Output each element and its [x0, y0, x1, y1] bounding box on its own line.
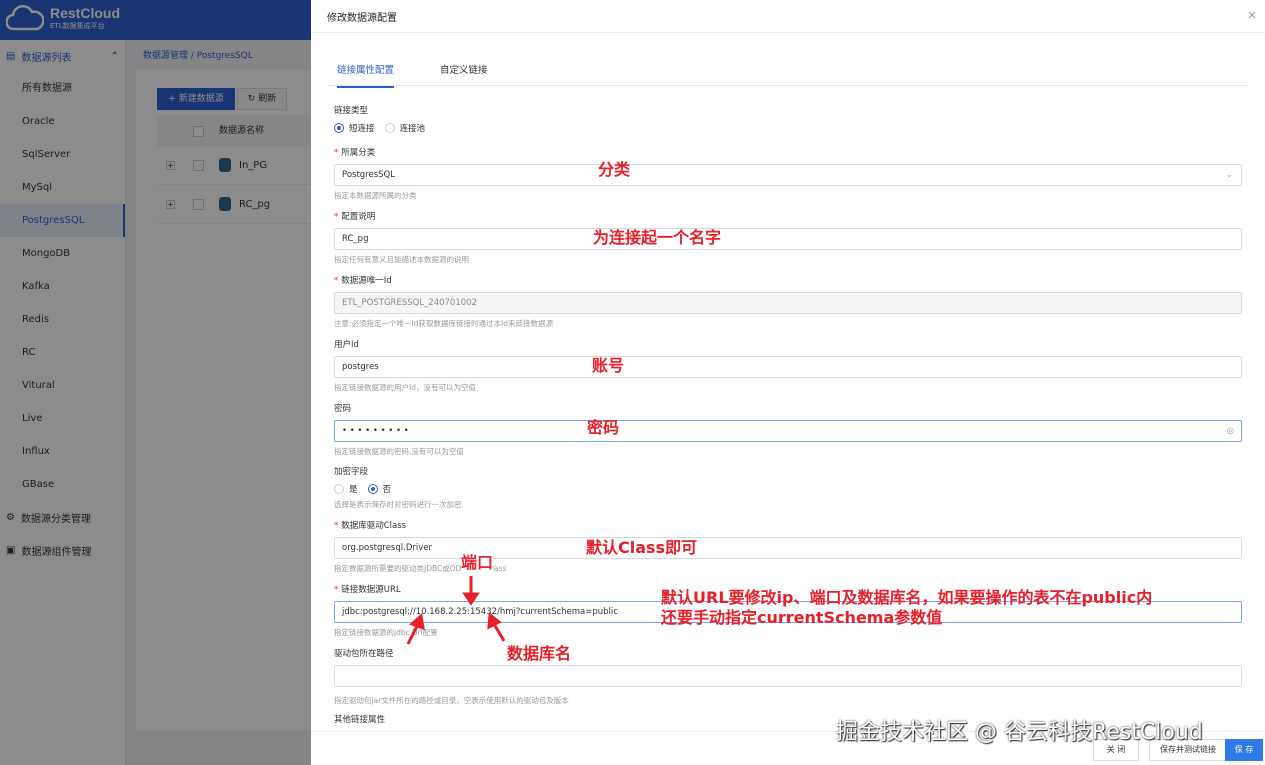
field-hint: 指定链接数据源的用户Id，没有可以为空值 [334, 383, 476, 392]
select-value: PostgresSQL [342, 170, 395, 180]
description-field: * 配置说明 RC_pg 指定任何有意义且能描述本数据源的说明 [334, 210, 1242, 265]
field-label: 链接类型 [334, 106, 369, 116]
field-label: 所属分类 [341, 148, 376, 158]
radio-label: 否 [382, 485, 392, 495]
annotation-url-note-2: 还要手动指定currentSchema参数值 [661, 608, 943, 627]
field-label: 用户Id [334, 340, 359, 350]
close-icon[interactable]: × [1247, 8, 1257, 22]
tabs: 链接属性配置 自定义链接 [327, 52, 1249, 88]
radio-label: 连接池 [399, 124, 426, 134]
modal-overlay[interactable] [0, 0, 311, 765]
field-label: 配置说明 [341, 212, 376, 222]
tab-custom-link[interactable]: 自定义链接 [440, 62, 488, 76]
field-label: 数据库驱动Class [341, 521, 407, 531]
password-input[interactable]: • • • • • • • • • ◎ [334, 420, 1242, 442]
field-label: 数据源唯一Id [341, 276, 392, 286]
annotation-port: 端口 [461, 553, 494, 573]
annotation-password: 密码 [587, 418, 620, 437]
radio-no[interactable]: 否 [367, 483, 392, 495]
radio-yes[interactable]: 是 [334, 483, 358, 495]
annotation-desc: 为连接起一个名字 [593, 228, 722, 247]
conn-type-field: 链接类型 短连接 连接池 [334, 104, 1242, 134]
jar-path-textarea[interactable] [334, 665, 1242, 687]
password-value: • • • • • • • • • [342, 426, 409, 436]
category-field: * 所属分类 PostgresSQL ⌄ 指定本数据源所属的分类 [334, 146, 1242, 201]
field-label: 驱动包所在路径 [334, 649, 394, 659]
encrypt-field: 加密字段 是 否 选择是表示保存时对密码进行一次加密 [334, 465, 1242, 510]
annotation-user: 账号 [592, 356, 625, 375]
user-id-input[interactable]: postgres [334, 356, 1242, 378]
radio-short-connection[interactable]: 短连接 [334, 122, 375, 134]
password-field: 密码 • • • • • • • • • ◎ 指定链接数据源的密码,没有可以为空值 [334, 402, 1242, 457]
description-input[interactable]: RC_pg [334, 228, 1242, 250]
eye-off-icon[interactable]: ◎ [1227, 421, 1234, 441]
unique-id-field: * 数据源唯一Id ETL_POSTGRESSQL_240701002 注意:必须… [334, 274, 1242, 329]
save-button[interactable]: 保 存 [1225, 739, 1263, 761]
field-hint: 指定链接数据源的jdbc Url配置 [334, 628, 438, 637]
field-hint: 选择是表示保存时对密码进行一次加密 [334, 500, 462, 509]
category-select[interactable]: PostgresSQL ⌄ [334, 164, 1242, 186]
field-hint: 指定本数据源所属的分类 [334, 191, 417, 200]
field-hint: 指定驱动包jar文件所在的路径或目录，空表示使用默认的驱动包及版本 [334, 696, 569, 705]
radio-connection-pool[interactable]: 连接池 [384, 122, 426, 134]
field-hint: 指定任何有意义且能描述本数据源的说明 [334, 255, 469, 264]
annotation-dbname: 数据库名 [507, 644, 572, 663]
field-label: 链接数据源URL [341, 585, 401, 595]
field-hint: 注意:必须指定一个唯一Id获取数据库链接时通过本Id来链接数据源 [334, 319, 553, 328]
field-label: 加密字段 [334, 467, 369, 477]
watermark: 掘金技术社区 @ 谷云科技RestCloud [836, 720, 1203, 745]
chevron-down-icon: ⌄ [1225, 170, 1233, 180]
annotation-url-note-1: 默认URL要修改ip、端口及数据库名，如果要操作的表不在public内 [661, 588, 1153, 607]
user-id-field: 用户Id postgres 指定链接数据源的用户Id，没有可以为空值 [334, 338, 1242, 393]
edit-datasource-drawer: 修改数据源配置 × 链接属性配置 自定义链接 链接类型 短连接 连接池 * 所属分… [311, 0, 1265, 765]
field-label: 密码 [334, 404, 352, 414]
radio-label: 短连接 [349, 124, 375, 134]
annotation-arrows [406, 576, 506, 645]
radio-label: 是 [349, 485, 358, 495]
annotation-category: 分类 [598, 160, 631, 179]
drawer-title: 修改数据源配置 [327, 13, 397, 24]
jar-path-field: 驱动包所在路径 指定驱动包jar文件所在的路径或目录，空表示使用默认的驱动包及版… [334, 647, 1242, 706]
unique-id-input: ETL_POSTGRESSQL_240701002 [334, 292, 1242, 314]
annotation-driver: 默认Class即可 [586, 538, 698, 557]
field-hint: 指定链接数据源的密码,没有可以为空值 [334, 447, 464, 456]
tab-connection-properties[interactable]: 链接属性配置 [337, 62, 395, 88]
